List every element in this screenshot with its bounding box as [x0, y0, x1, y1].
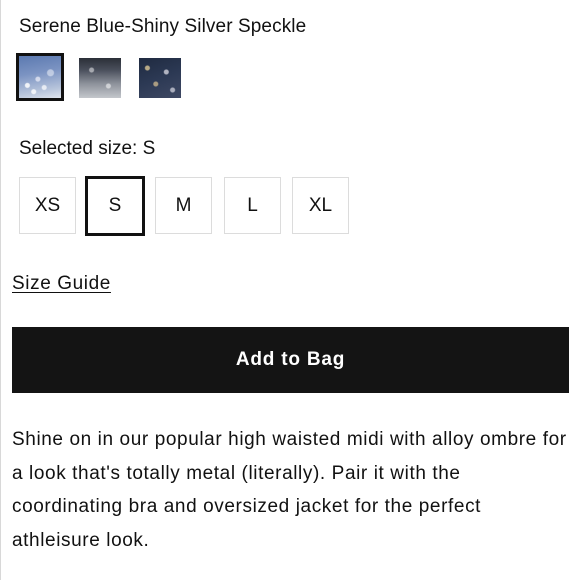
color-swatch-grey-ombre[interactable]: [79, 58, 121, 98]
selected-size-label: Selected size: S: [19, 138, 156, 159]
size-guide-link[interactable]: Size Guide: [12, 273, 111, 295]
product-description: Shine on in our popular high waisted mid…: [12, 429, 567, 551]
size-button-l[interactable]: L: [224, 177, 281, 234]
product-options-panel: Serene Blue-Shiny Silver Speckle Selecte…: [0, 0, 580, 580]
size-button-s[interactable]: S: [85, 176, 145, 236]
size-button-xs[interactable]: XS: [19, 177, 76, 234]
size-button-m[interactable]: M: [155, 177, 212, 234]
color-swatch-serene-blue[interactable]: [16, 53, 64, 101]
color-name-label: Serene Blue-Shiny Silver Speckle: [19, 16, 307, 37]
size-button-xl[interactable]: XL: [292, 177, 349, 234]
color-swatch-navy-speckle[interactable]: [139, 58, 181, 98]
panel-divider: [0, 0, 1, 580]
add-to-bag-button[interactable]: Add to Bag: [12, 327, 569, 393]
